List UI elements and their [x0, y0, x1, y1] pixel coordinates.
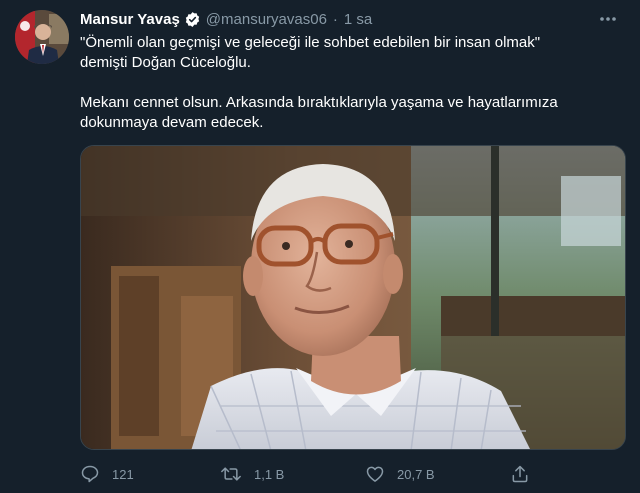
like-count: 20,7 B: [397, 466, 435, 482]
author-display-name[interactable]: Mansur Yavaş: [80, 11, 180, 28]
verified-badge-icon: [184, 11, 201, 28]
tweet-paragraph-2: Mekanı cennet olsun. Arkasında bıraktıkl…: [80, 94, 558, 131]
tweet-text: "Önemli olan geçmişi ve geleceği ile soh…: [80, 33, 630, 133]
retweet-icon: [221, 467, 241, 481]
reply-button[interactable]: 121: [80, 462, 134, 486]
tweet-paragraph-1: "Önemli olan geçmişi ve geleceği ile soh…: [80, 34, 541, 71]
heart-icon: [366, 466, 384, 482]
retweet-count: 1,1 B: [254, 466, 285, 482]
tweet-actions: 121 1,1 B 20,7 B: [80, 462, 640, 486]
reply-count: 121: [112, 466, 134, 482]
tweet-timestamp[interactable]: 1 sa: [344, 11, 372, 28]
reply-icon: [81, 465, 99, 483]
separator-dot: ·: [332, 10, 338, 28]
author-handle[interactable]: @mansuryavas06: [206, 11, 327, 28]
tweet-photo[interactable]: [80, 145, 626, 450]
avatar[interactable]: [15, 10, 69, 64]
tweet[interactable]: Mansur Yavaş @mansuryavas06 · 1 sa "Önem…: [0, 0, 640, 493]
tweet-header: Mansur Yavaş @mansuryavas06 · 1 sa: [80, 8, 620, 30]
more-options-icon[interactable]: [596, 8, 620, 30]
retweet-button[interactable]: 1,1 B: [220, 462, 284, 486]
like-button[interactable]: 20,7 B: [365, 462, 435, 486]
share-button[interactable]: [510, 462, 530, 486]
share-icon: [512, 465, 528, 483]
